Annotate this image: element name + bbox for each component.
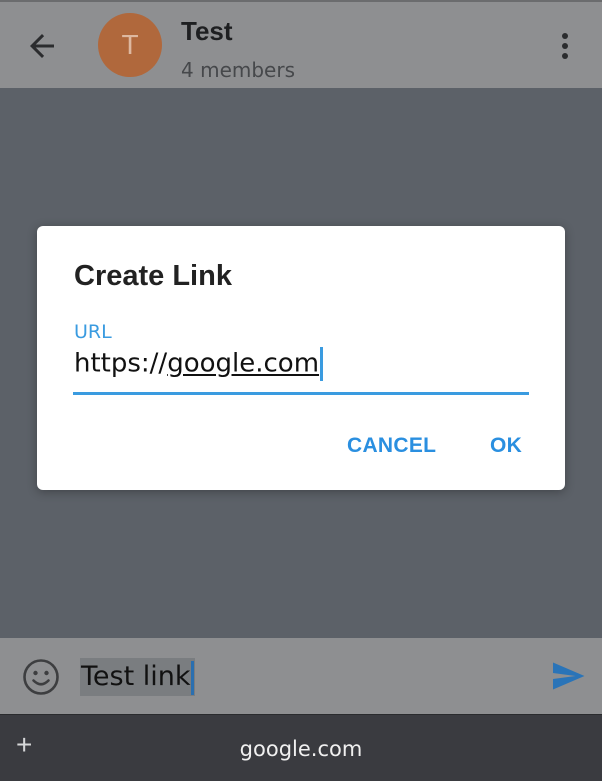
member-count: 4 members	[181, 58, 295, 82]
keyboard-suggestion-bar: + google.com	[0, 714, 602, 781]
url-input[interactable]: https://google.com	[73, 343, 529, 395]
send-icon[interactable]	[550, 658, 586, 694]
avatar-letter: T	[121, 29, 139, 60]
suggestion-chip[interactable]: google.com	[0, 737, 602, 761]
text-caret	[320, 347, 324, 381]
url-domain: google.com	[167, 348, 320, 379]
create-link-dialog: Create Link URL https://google.com CANCE…	[37, 226, 565, 490]
message-caret	[190, 660, 194, 695]
url-field-label: URL	[74, 321, 112, 343]
message-text: Test link	[81, 661, 191, 692]
message-input[interactable]: Test link	[80, 658, 195, 696]
avatar[interactable]: T	[98, 13, 162, 77]
smiley-icon[interactable]	[22, 658, 60, 696]
chat-title[interactable]: Test	[181, 16, 233, 47]
arrow-left-icon[interactable]	[24, 28, 60, 64]
more-vert-icon[interactable]	[552, 28, 578, 64]
url-prefix: https://	[74, 348, 168, 379]
dialog-title: Create Link	[74, 260, 232, 292]
chat-header: T Test 4 members	[0, 0, 602, 88]
url-input-value: https://google.com	[74, 347, 324, 381]
message-composer: Test link	[0, 638, 602, 714]
ok-button[interactable]: OK	[490, 434, 522, 458]
cancel-button[interactable]: CANCEL	[347, 434, 436, 458]
